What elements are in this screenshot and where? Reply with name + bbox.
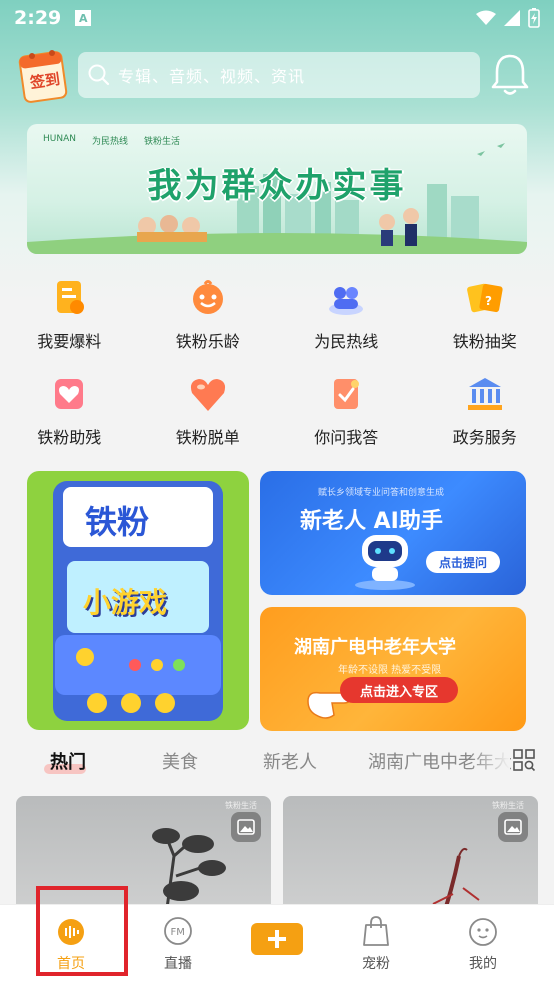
checkin-label: 签到 (28, 69, 62, 92)
uni-enter-button[interactable]: 点击进入专区 (340, 677, 458, 703)
government-building-icon (463, 372, 507, 416)
notification-bell-button[interactable] (488, 52, 532, 98)
profile-face-icon (467, 915, 499, 947)
uni-promo-title: 湖南广电中老年大学 (294, 637, 456, 658)
feed-watermark: 铁粉生活 (225, 801, 257, 810)
image-icon (231, 812, 261, 842)
nav-fan-deals[interactable]: 宠粉 (326, 905, 426, 984)
grid-label: 政务服务 (452, 428, 517, 447)
ai-assistant-promo-card[interactable]: 赋长乡领域专业问答和创意生成 新老人 AI助手 点击提问 (260, 471, 526, 595)
nav-profile[interactable]: 我的 (433, 905, 533, 984)
uni-enter-button-label: 点击进入专区 (359, 684, 438, 700)
feed-card[interactable]: 铁粉生活 (283, 796, 538, 916)
search-input[interactable]: 专辑、音频、视频、资讯 (78, 52, 480, 98)
grid-label: 我要爆料 (37, 332, 102, 351)
game-promo-subtitle: 小游戏 (83, 586, 168, 619)
banner-logo: 铁粉生活 (144, 137, 181, 147)
hotline-icon (324, 276, 368, 320)
report-icon (47, 276, 91, 320)
category-grid-icon[interactable] (512, 748, 536, 772)
checkin-button[interactable]: 签到 (18, 48, 70, 104)
heart-icon (186, 372, 230, 416)
grid-label: 铁粉助残 (37, 428, 102, 447)
status-time: 2:29 (14, 7, 62, 29)
grid-item-government[interactable]: 政务服务 (416, 372, 554, 448)
nav-publish[interactable] (227, 905, 327, 984)
tab-food[interactable]: 美食 (162, 748, 198, 774)
uni-promo-small: 年龄不设限 热爱不受限 (338, 665, 442, 676)
nav-live[interactable]: FM 直播 (128, 905, 228, 984)
grid-item-qa[interactable]: 你问我答 (277, 372, 416, 448)
nav-label: 直播 (164, 956, 192, 972)
svg-text:?: ? (485, 294, 492, 308)
wifi-icon (476, 10, 496, 25)
grid-label: 铁粉乐龄 (175, 332, 240, 351)
bell-icon (491, 54, 529, 95)
grid-item-assist[interactable]: 铁粉助残 (0, 372, 139, 448)
banner-logos: HUNAN 为民热线 铁粉生活 (43, 134, 180, 147)
senior-university-promo-card[interactable]: 湖南广电中老年大学 年龄不设限 热爱不受限 点击进入专区 (260, 607, 526, 731)
search-icon (88, 64, 110, 86)
plus-icon (251, 923, 303, 955)
qa-icon (324, 372, 368, 416)
ai-ask-button[interactable]: 点击提问 (426, 551, 500, 573)
lottery-icon: ? (463, 276, 507, 320)
tab-hot[interactable]: 热门 (50, 748, 86, 774)
game-promo-title: 铁粉 (85, 503, 150, 541)
heart-box-icon (47, 372, 91, 416)
fm-radio-icon: FM (162, 915, 194, 947)
banner-logo: HUNAN (43, 134, 76, 144)
grid-item-senior[interactable]: 铁粉乐龄 (139, 276, 278, 352)
main-banner[interactable]: HUNAN 为民热线 铁粉生活 我为群众办实事 (27, 124, 527, 254)
grid-label: 铁粉脱单 (175, 428, 240, 447)
feed-watermark: 铁粉生活 (492, 801, 524, 810)
game-promo-card[interactable]: 铁粉 小游戏 (27, 471, 249, 730)
banner-title: 我为群众办实事 (147, 166, 407, 206)
status-bar: 2:29 A (0, 0, 554, 36)
shopping-bag-icon (360, 915, 392, 947)
image-icon (498, 812, 528, 842)
grid-item-report[interactable]: 我要爆料 (0, 276, 139, 352)
notification-icon: A (75, 10, 92, 26)
header: 签到 专辑、音频、视频、资讯 (0, 46, 554, 106)
robot-icon (355, 535, 415, 590)
nav-label: 宠粉 (362, 956, 390, 972)
smile-mascot-icon (186, 276, 230, 320)
search-placeholder: 专辑、音频、视频、资讯 (118, 67, 306, 86)
grid-item-hotline[interactable]: 为民热线 (277, 276, 416, 352)
battery-icon (528, 8, 540, 28)
grid-label: 铁粉抽奖 (452, 332, 517, 351)
signal-icon (504, 10, 520, 26)
grid-label: 为民热线 (314, 332, 379, 351)
ai-ask-button-label: 点击提问 (438, 555, 487, 570)
ai-promo-small: 赋长乡领域专业问答和创意生成 (318, 488, 445, 498)
feature-grid: 我要爆料 铁粉乐龄 为民热线 ? 铁粉抽奖 铁粉助残 铁粉脱单 你问我答 政务服… (0, 276, 554, 448)
selection-highlight (36, 886, 128, 976)
grid-label: 你问我答 (314, 428, 379, 447)
category-tabs: 热门 美食 新老人 湖南广电中老年大 (0, 740, 554, 780)
banner-logo: 为民热线 (91, 137, 128, 147)
tab-new-seniors[interactable]: 新老人 (263, 748, 317, 774)
grid-item-dating[interactable]: 铁粉脱单 (139, 372, 278, 448)
tabs-fade (470, 740, 510, 780)
grid-item-lottery[interactable]: ? 铁粉抽奖 (416, 276, 554, 352)
svg-text:FM: FM (171, 927, 185, 938)
nav-label: 我的 (469, 956, 497, 972)
